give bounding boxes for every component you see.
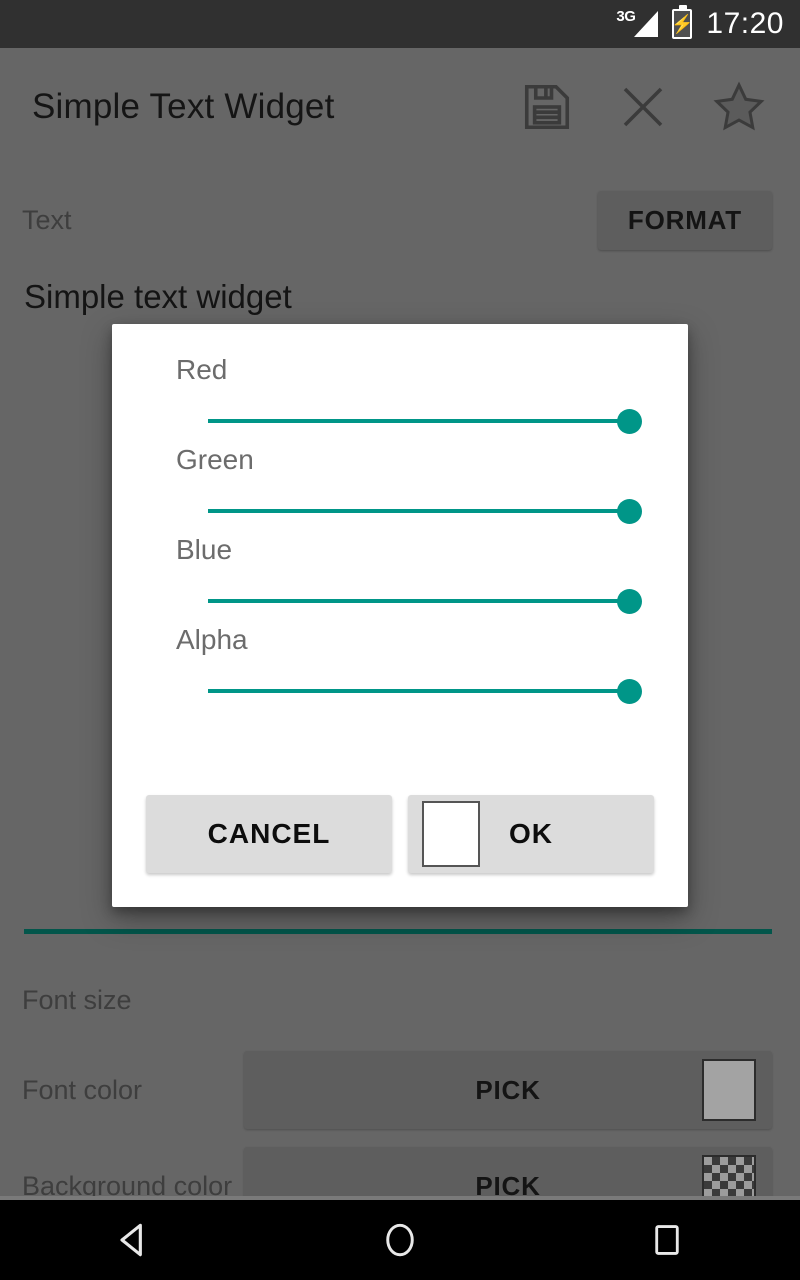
blue-slider-track <box>208 599 636 603</box>
app-bar: Simple Text Widget <box>0 48 800 165</box>
green-slider-track <box>208 509 636 513</box>
status-bar-right: 3G ⚡ 17:20 <box>616 5 784 41</box>
blue-slider-label: Blue <box>176 534 233 565</box>
green-slider-label: Green <box>176 444 254 475</box>
cancel-button[interactable]: CANCEL <box>146 795 392 873</box>
blue-slider-group: Blue <box>146 534 654 618</box>
back-icon <box>120 1223 143 1257</box>
close-button[interactable] <box>610 74 676 140</box>
save-icon <box>524 84 570 129</box>
close-icon <box>623 87 663 126</box>
red-slider-track <box>208 419 636 423</box>
alpha-slider[interactable] <box>208 674 642 708</box>
nav-bar <box>0 1200 800 1280</box>
alpha-slider-label: Alpha <box>176 624 248 655</box>
battery-charging-icon: ⚡ <box>671 5 694 39</box>
favorite-button[interactable] <box>706 74 772 140</box>
home-icon <box>386 1223 414 1257</box>
nav-home-button[interactable] <box>345 1200 455 1280</box>
alpha-slider-thumb[interactable] <box>617 679 642 704</box>
alpha-slider-group: Alpha <box>146 624 654 708</box>
color-picker-dialog: Red Green Blue Alpha CANCEL OK <box>112 324 688 907</box>
nav-back-button[interactable] <box>78 1200 188 1280</box>
blue-slider[interactable] <box>208 584 642 618</box>
red-slider-thumb[interactable] <box>617 409 642 434</box>
status-bar: 3G ⚡ 17:20 <box>0 0 800 48</box>
red-slider[interactable] <box>208 404 642 438</box>
star-icon <box>713 81 765 130</box>
battery-bolt-glyph: ⚡ <box>671 14 694 34</box>
phone-screen: 3G ⚡ 17:20 Simple Text Widget Text FORMA… <box>0 0 800 1280</box>
green-slider-thumb[interactable] <box>617 499 642 524</box>
dialog-button-bar: CANCEL OK <box>146 795 654 873</box>
green-slider[interactable] <box>208 494 642 528</box>
signal-3g-icon: 3G <box>616 8 659 40</box>
ok-button-label: OK <box>509 818 553 849</box>
nav-recents-button[interactable] <box>612 1200 722 1280</box>
save-button[interactable] <box>514 74 580 140</box>
blue-slider-thumb[interactable] <box>617 589 642 614</box>
ok-button[interactable]: OK <box>408 795 654 873</box>
color-preview-swatch <box>422 801 480 867</box>
status-bar-clock: 17:20 <box>706 7 784 40</box>
green-slider-group: Green <box>146 444 654 528</box>
cancel-button-label: CANCEL <box>207 818 331 849</box>
recents-icon <box>654 1225 679 1255</box>
red-slider-label: Red <box>176 354 228 385</box>
signal-network-label: 3G <box>616 8 636 25</box>
signal-bars <box>634 11 659 37</box>
red-slider-group: Red <box>146 354 654 438</box>
page-title: Simple Text Widget <box>32 86 335 126</box>
app-bar-actions <box>514 74 772 140</box>
alpha-slider-track <box>208 689 636 693</box>
